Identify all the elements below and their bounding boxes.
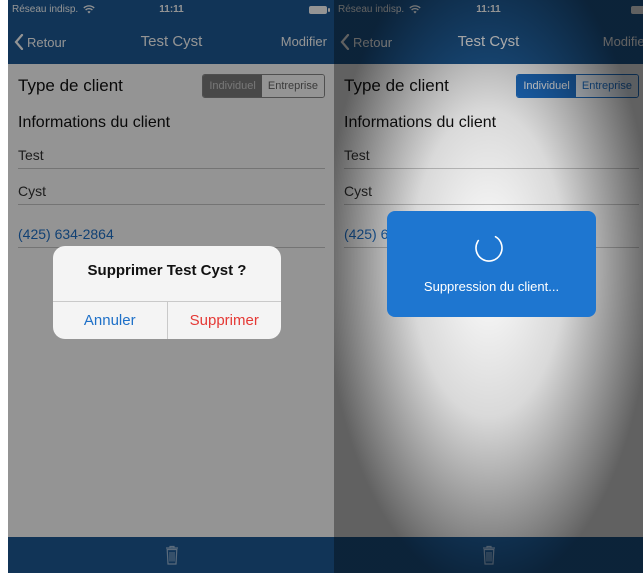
phone-screen-deleting: Réseau indisp. 11:11 Retour Test Cyst Mo…	[334, 0, 643, 573]
cancel-button[interactable]: Annuler	[53, 302, 168, 339]
dialog-title: Supprimer Test Cyst ?	[87, 262, 247, 279]
spinner-icon	[475, 234, 503, 262]
phone-screen-delete-confirm: Réseau indisp. 11:11 Retour Test Cyst Mo…	[8, 0, 335, 573]
loading-dialog: Suppression du client...	[387, 211, 596, 317]
dialog-actions: Annuler Supprimer	[53, 301, 281, 339]
delete-button[interactable]: Supprimer	[168, 302, 282, 339]
loading-text: Suppression du client...	[423, 279, 560, 294]
delete-confirm-dialog: Supprimer Test Cyst ? Annuler Supprimer	[53, 246, 281, 339]
